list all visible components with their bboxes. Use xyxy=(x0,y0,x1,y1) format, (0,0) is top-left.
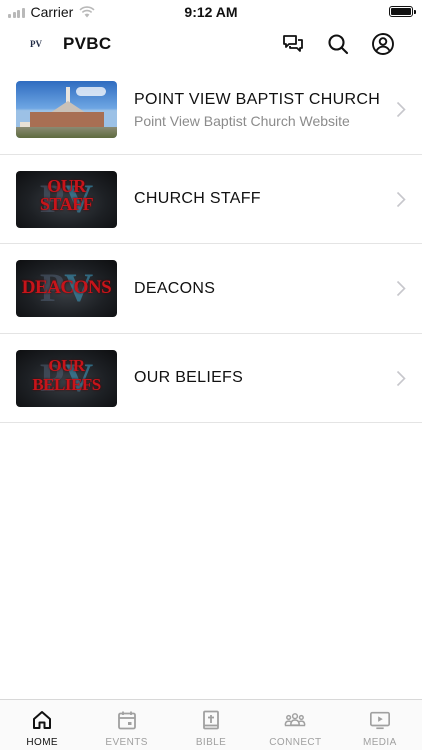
account-button[interactable] xyxy=(369,30,397,58)
tab-home[interactable]: HOME xyxy=(0,700,84,750)
our-beliefs-thumbnail: PV OUR BELIEFS xyxy=(16,349,117,407)
messages-button[interactable] xyxy=(279,30,307,58)
list-item-title: CHURCH STAFF xyxy=(134,190,261,207)
tab-bar: HOME EVENTS BIBLE CONNECT MEDIA xyxy=(0,699,422,750)
list-item-title: DEACONS xyxy=(134,279,216,297)
tab-label: BIBLE xyxy=(195,737,227,748)
search-button[interactable] xyxy=(324,30,352,58)
tab-events[interactable]: EVENTS xyxy=(84,700,168,750)
church-building-thumbnail xyxy=(16,81,117,138)
church-logo: PV xyxy=(30,39,42,49)
chat-icon xyxy=(283,35,303,52)
tab-connect[interactable]: CONNECT xyxy=(253,700,337,750)
list-item-our-beliefs[interactable]: PV OUR BELIEFS OUR BELIEFS xyxy=(0,334,422,423)
list-item-text: DEACONS xyxy=(134,244,386,333)
search-icon xyxy=(328,34,349,55)
chevron-right-icon xyxy=(396,191,406,207)
tab-label: HOME xyxy=(26,737,58,748)
app-title: PVBC xyxy=(63,34,112,53)
play-icon xyxy=(369,711,390,730)
deacons-thumbnail: PV DEACONS xyxy=(16,260,117,317)
home-icon xyxy=(33,711,52,729)
list-item-text: POINT VIEW BAPTIST CHURCH Point View Bap… xyxy=(134,65,386,154)
chevron-right-icon xyxy=(396,101,406,118)
list-item-deacons[interactable]: PV DEACONS DEACONS xyxy=(0,244,422,334)
list-item-text: OUR BELIEFS xyxy=(134,334,386,423)
list-item-subtitle: Point View Baptist Church Website xyxy=(134,112,350,129)
list-item-church-staff[interactable]: PV OUR STAFF CHURCH STAFF xyxy=(0,155,422,244)
people-icon xyxy=(284,713,306,727)
status-time: 9:12 AM xyxy=(184,4,238,20)
list-item-church-website[interactable]: POINT VIEW BAPTIST CHURCH Point View Bap… xyxy=(0,65,422,155)
menu-list: POINT VIEW BAPTIST CHURCH Point View Bap… xyxy=(0,65,422,423)
bible-icon xyxy=(203,710,219,730)
tab-bible[interactable]: BIBLE xyxy=(169,700,253,750)
tab-label: MEDIA xyxy=(362,737,397,748)
tab-media[interactable]: MEDIA xyxy=(338,700,422,750)
status-bar: Carrier 9:12 AM xyxy=(0,0,422,22)
tab-label: CONNECT xyxy=(269,737,322,748)
chevron-right-icon xyxy=(396,370,406,386)
tab-label: EVENTS xyxy=(105,737,148,748)
list-item-title: POINT VIEW BAPTIST CHURCH xyxy=(134,90,381,108)
account-icon xyxy=(372,33,394,55)
church-staff-thumbnail: PV OUR STAFF xyxy=(16,170,117,228)
list-item-text: CHURCH STAFF xyxy=(134,155,386,244)
calendar-icon xyxy=(117,711,136,730)
chevron-right-icon xyxy=(396,280,406,297)
battery-icon xyxy=(389,6,416,17)
list-item-title: OUR BELIEFS xyxy=(134,369,244,386)
app-header: PV PVBC xyxy=(0,26,422,64)
